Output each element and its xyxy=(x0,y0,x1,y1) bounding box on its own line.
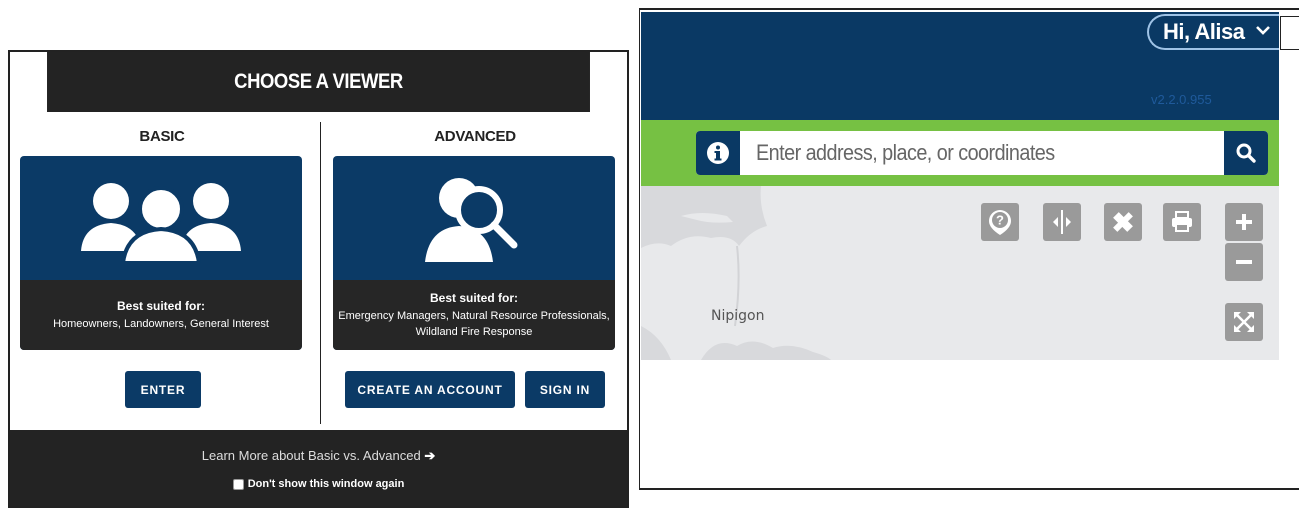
advanced-suited-box: Best suited for: Emergency Managers, Nat… xyxy=(333,280,615,350)
basic-suited-box: Best suited for: Homeowners, Landowners,… xyxy=(20,280,302,350)
dont-show-row: Don't show this window again xyxy=(10,478,627,490)
dont-show-checkbox[interactable] xyxy=(232,478,244,490)
measure-button[interactable] xyxy=(1104,203,1142,241)
dont-show-label: Don't show this window again xyxy=(247,478,405,490)
search-button[interactable] xyxy=(1224,131,1268,175)
basic-title: BASIC xyxy=(139,128,185,145)
identify-button[interactable]: ? xyxy=(981,203,1019,241)
user-menu-button[interactable]: Hi, Alisa xyxy=(1147,14,1279,50)
zoom-out-button[interactable] xyxy=(1225,243,1263,281)
zoom-out-icon xyxy=(1236,260,1252,264)
learn-more-text: Learn More about Basic vs. Advanced xyxy=(201,448,421,463)
search-input[interactable]: Enter address, place, or coordinates xyxy=(756,131,1055,175)
map-window: Hi, Alisa v2.2.0.955 Enter address, plac… xyxy=(639,8,1299,490)
basic-suited-label: Best suited for: xyxy=(116,299,205,313)
advanced-suited-line2: Wildland Fire Response xyxy=(415,326,533,338)
search-box: Enter address, place, or coordinates xyxy=(696,131,1268,175)
print-icon xyxy=(1172,211,1192,232)
create-account-button[interactable]: CREATE AN ACCOUNT xyxy=(345,371,515,408)
map-app: Hi, Alisa v2.2.0.955 Enter address, plac… xyxy=(641,12,1279,360)
arrow-right-icon: ➔ xyxy=(424,448,436,463)
fullscreen-button[interactable] xyxy=(1225,303,1263,341)
search-icon xyxy=(1236,143,1256,163)
map-canvas[interactable]: Nipigon ? xyxy=(641,186,1279,360)
learn-more-link[interactable]: Learn More about Basic vs. Advanced ➔ xyxy=(10,448,627,464)
dialog-title: CHOOSE A VIEWER xyxy=(234,70,403,93)
svg-text:?: ? xyxy=(996,213,1004,228)
fullscreen-icon xyxy=(1234,312,1254,332)
users-group-icon xyxy=(20,156,302,280)
top-bar: Hi, Alisa v2.2.0.955 xyxy=(641,12,1279,120)
sign-in-button[interactable]: SIGN IN xyxy=(525,371,605,408)
advanced-suited-line1: Emergency Managers, Natural Resource Pro… xyxy=(338,310,610,322)
chevron-down-icon xyxy=(1255,23,1271,41)
column-divider xyxy=(320,122,321,424)
enter-button[interactable]: ENTER xyxy=(125,371,201,408)
info-button[interactable] xyxy=(696,131,740,175)
dialog-footer: Learn More about Basic vs. Advanced ➔ Do… xyxy=(10,430,627,506)
search-bar: Enter address, place, or coordinates xyxy=(641,120,1279,186)
zoom-in-button[interactable] xyxy=(1225,203,1263,241)
user-search-icon xyxy=(333,156,615,280)
swipe-button[interactable] xyxy=(1043,203,1081,241)
info-icon xyxy=(707,142,729,164)
identify-icon: ? xyxy=(989,210,1011,235)
measure-icon xyxy=(1113,212,1133,232)
advanced-suited-label: Best suited for: xyxy=(429,291,518,305)
map-place-label: Nipigon xyxy=(711,308,765,324)
zoom-in-icon xyxy=(1236,214,1252,230)
user-greeting: Hi, Alisa xyxy=(1163,19,1245,44)
basic-suited-text: Homeowners, Landowners, General Interest xyxy=(53,318,269,330)
window-tab-edge xyxy=(1280,16,1299,50)
advanced-card[interactable]: Best suited for: Emergency Managers, Nat… xyxy=(333,156,615,350)
basic-card[interactable]: Best suited for: Homeowners, Landowners,… xyxy=(20,156,302,350)
print-button[interactable] xyxy=(1163,203,1201,241)
dialog-header: CHOOSE A VIEWER xyxy=(47,52,590,112)
advanced-column: ADVANCED Best suited for: Emergency Mana… xyxy=(333,112,617,350)
choose-viewer-dialog: CHOOSE A VIEWER BASIC Best suited for: H… xyxy=(8,50,629,508)
advanced-title: ADVANCED xyxy=(434,128,516,145)
swipe-icon xyxy=(1053,210,1071,234)
version-label: v2.2.0.955 xyxy=(1151,92,1212,107)
basic-column: BASIC Best suited for: Homeowners, Lando xyxy=(20,112,304,350)
